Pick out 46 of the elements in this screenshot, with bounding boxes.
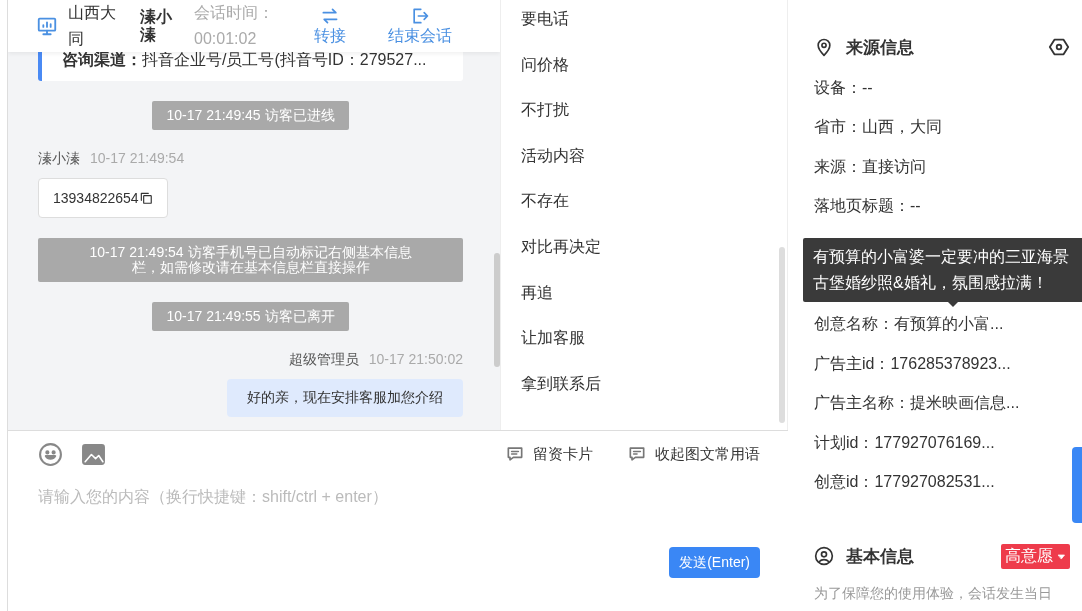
smiley-icon[interactable]: [38, 441, 63, 467]
quick-reply-item[interactable]: 不打扰: [521, 97, 787, 143]
message-bubble: 好的亲，现在安排客服加您介绍: [227, 379, 463, 417]
info-field: 设备：--: [814, 68, 1062, 108]
message-time: 10-17 21:50:02: [368, 351, 463, 369]
quick-reply-item[interactable]: 活动内容: [521, 142, 787, 189]
sender-name: 超级管理员: [288, 351, 359, 369]
info-field: 计划id：177927076169...: [814, 422, 1062, 462]
system-message: 10-17 21:49:45 访客已进线: [152, 101, 349, 130]
section-title: 来源信息: [846, 36, 914, 59]
system-message: 10-17 21:49:55 访客已离开: [152, 302, 349, 331]
sender-name: 溱小溱: [38, 150, 80, 168]
tooltip-text: 古堡婚纱照&婚礼，氛围感拉满！: [813, 273, 1049, 293]
quick-reply-item[interactable]: 要电话: [521, 6, 787, 52]
info-field: 省市：山西，大同: [814, 107, 1062, 147]
info-field: 来源：直接访问: [814, 146, 1062, 187]
session-time: 00:01:02: [194, 30, 257, 47]
info-field: 创意名称：有预算的小富...: [814, 304, 1062, 344]
section-title: 基本信息: [846, 545, 914, 568]
quick-reply-item[interactable]: 让加客服: [521, 325, 787, 371]
session-time-label: 会话时间：: [194, 4, 274, 21]
caret-icon: [1057, 551, 1066, 561]
info-field: 落地页标题：--: [814, 186, 1062, 226]
lead-card-button[interactable]: 留资卡片: [505, 444, 593, 464]
info-note: 为了保障您的使用体验，会话发生当日: [814, 585, 1053, 604]
phrases-toggle-button[interactable]: 收起图文常用语: [627, 444, 760, 464]
person-circle-icon: [814, 546, 834, 567]
info-field: 广告主id：176285378923...: [814, 343, 1062, 384]
system-message: 10-17 21:49:54 访客手机号已自动标记右侧基本信息栏，如需修改请在基本信息栏直接操作: [38, 238, 463, 282]
quick-reply-item[interactable]: 不存在: [521, 188, 787, 234]
quick-reply-item[interactable]: 问价格: [521, 51, 787, 98]
location-pin-icon: [814, 37, 834, 57]
quick-reply-item[interactable]: 对比再决定: [521, 233, 787, 280]
message-time: 10-17 21:49:54: [90, 150, 185, 168]
visitor-name: 溱小溱: [140, 8, 173, 44]
image-icon[interactable]: [81, 441, 106, 467]
copy-icon[interactable]: [138, 191, 153, 205]
info-field: 广告主名称：提米映画信息...: [814, 383, 1062, 423]
quick-reply-item[interactable]: 再追: [521, 279, 787, 326]
info-field: 创意id：177927082531...: [814, 461, 1062, 502]
monitor-icon: [36, 15, 58, 37]
message-bubble: 13934822654: [38, 178, 168, 218]
intent-tag[interactable]: 高意愿: [1001, 543, 1070, 569]
send-button[interactable]: 发送(Enter): [669, 547, 760, 578]
tooltip-text: 有预算的小富婆一定要冲的三亚海景: [813, 247, 1070, 267]
quick-reply-item[interactable]: 拿到联系后: [521, 370, 787, 417]
